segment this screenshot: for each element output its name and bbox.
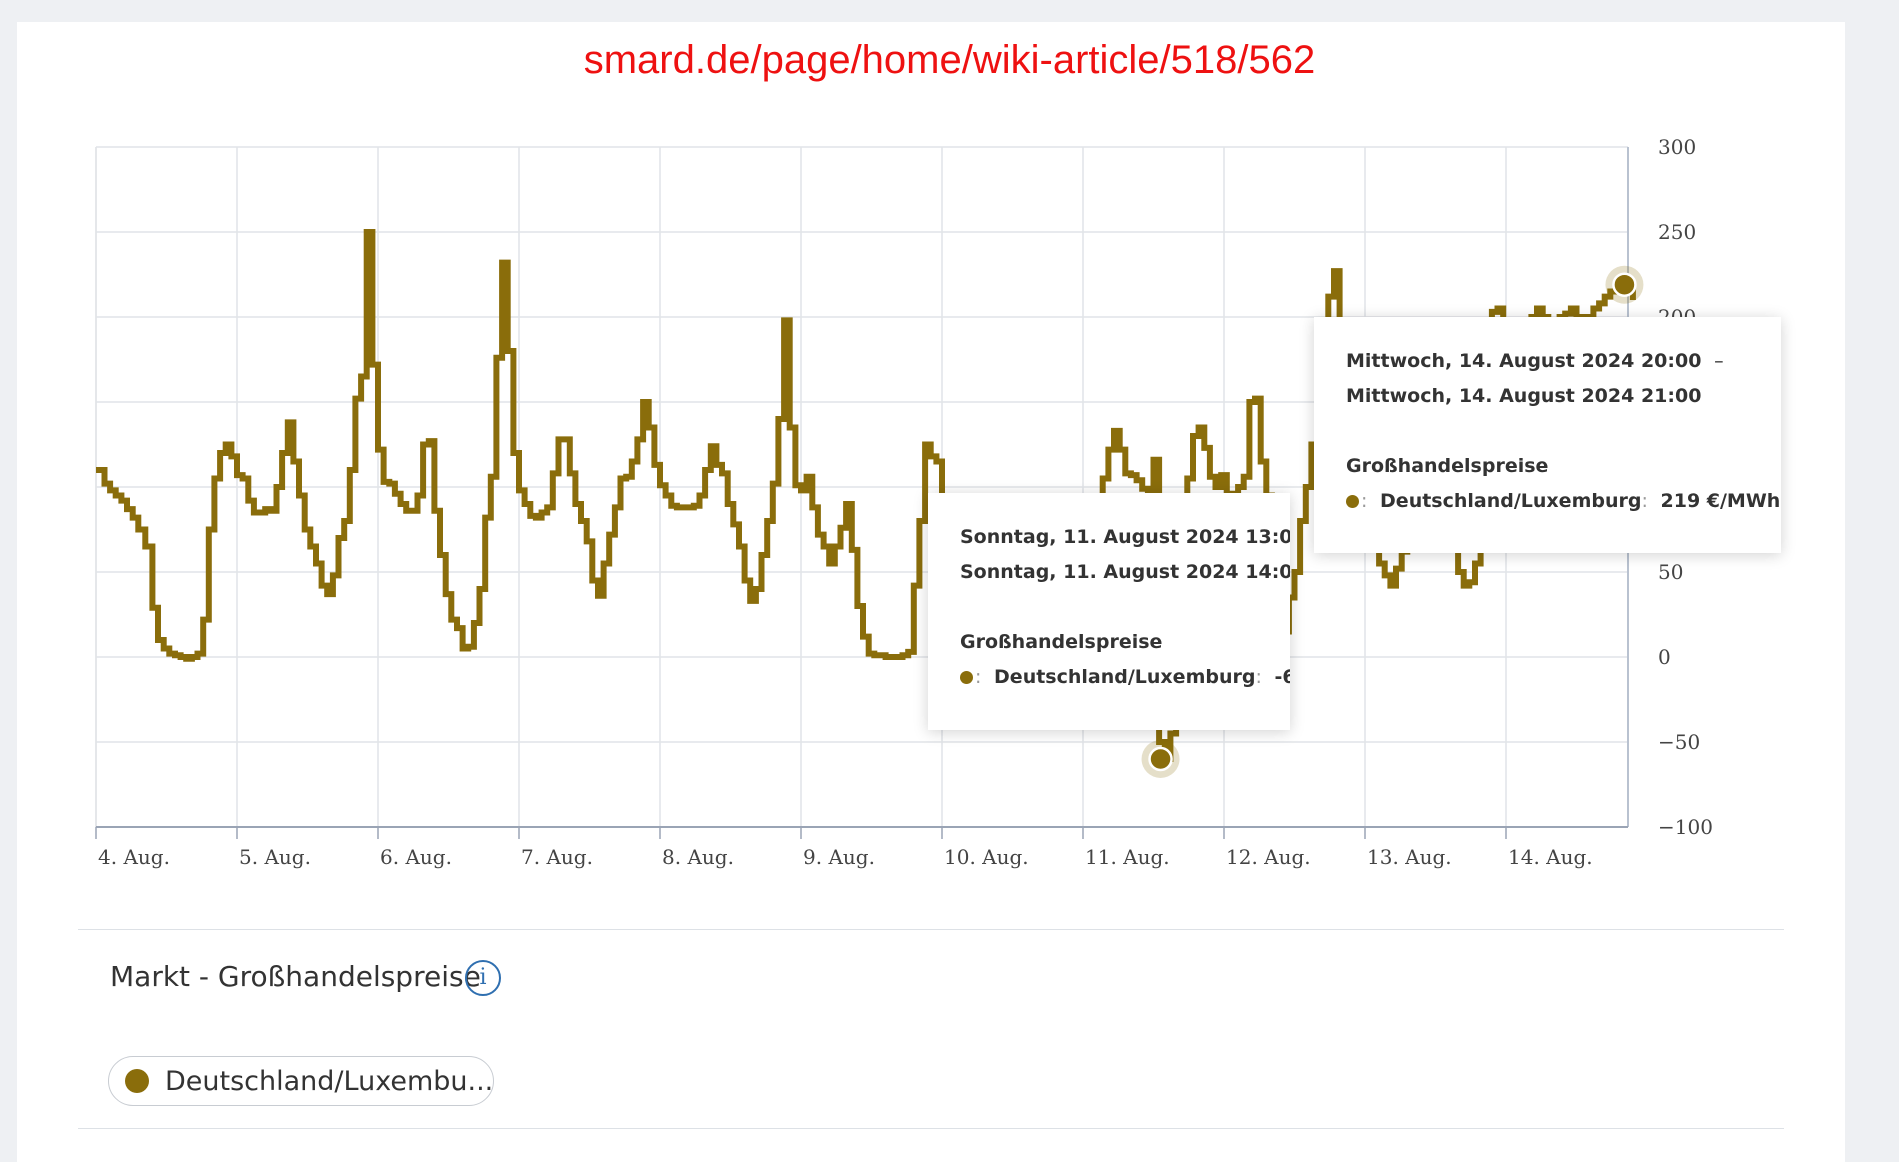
y-tick-label: 250 xyxy=(1658,220,1696,244)
x-tick-label: 6. Aug. xyxy=(380,845,452,869)
tooltip-series-name: Deutschland/Luxemburg xyxy=(1380,490,1642,512)
tooltip-dash: – xyxy=(1714,350,1724,372)
x-tick-label: 7. Aug. xyxy=(521,845,593,869)
tooltip-wednesday: Mittwoch, 14. August 2024 20:00 – Mittwo… xyxy=(1314,317,1781,553)
tooltip-separator: : xyxy=(975,666,982,688)
y-tick-label: −100 xyxy=(1658,815,1713,839)
info-icon[interactable]: i xyxy=(465,960,501,996)
x-tick-label: 4. Aug. xyxy=(98,845,170,869)
tooltip-separator: : xyxy=(1361,490,1368,512)
tooltip-heading: Großhandelspreise xyxy=(1346,455,1549,477)
tooltip-heading: Großhandelspreise xyxy=(960,631,1163,653)
x-tick-label: 8. Aug. xyxy=(662,845,734,869)
tooltip-value-row: : Deutschland/Luxemburg: 219 €/MWh xyxy=(1346,484,1781,519)
divider-bottom xyxy=(78,1128,1784,1129)
tooltip-series-name: Deutschland/Luxemburg xyxy=(994,666,1256,688)
tooltip-time-range: Mittwoch, 14. August 2024 20:00 – xyxy=(1346,344,1781,379)
tooltip-start-time: Sonntag, 11. August 2024 13:00 xyxy=(960,526,1290,548)
series-dot-icon xyxy=(960,671,973,684)
highlight-point[interactable] xyxy=(1612,272,1637,297)
y-tick-label: 50 xyxy=(1658,560,1683,584)
y-tick-label: −50 xyxy=(1658,730,1700,754)
tooltip-start-time: Mittwoch, 14. August 2024 20:00 xyxy=(1346,350,1702,372)
divider-top xyxy=(78,929,1784,930)
tooltip-end-time: Sonntag, 11. August 2024 14:00 xyxy=(960,561,1290,583)
x-tick-label: 14. Aug. xyxy=(1508,845,1593,869)
x-tick-label: 12. Aug. xyxy=(1226,845,1311,869)
y-tick-label: 0 xyxy=(1658,645,1671,669)
x-tick-label: 9. Aug. xyxy=(803,845,875,869)
tooltip-time-range: Sonntag, 11. August 2024 13:00 – xyxy=(960,520,1290,555)
section-title: Markt - Großhandelspreise xyxy=(110,960,481,993)
tooltip-sunday: Sonntag, 11. August 2024 13:00 – Sonntag… xyxy=(928,493,1290,730)
tooltip-separator: : xyxy=(1641,490,1648,512)
x-tick-label: 13. Aug. xyxy=(1367,845,1452,869)
x-tick-label: 11. Aug. xyxy=(1085,845,1170,869)
highlight-point[interactable] xyxy=(1148,746,1173,772)
legend-chip-deutschland-luxemburg[interactable]: Deutschland/Luxembu... xyxy=(108,1056,494,1106)
y-tick-label: 300 xyxy=(1658,135,1696,159)
tooltip-value: -60 €/MWh xyxy=(1274,666,1291,688)
legend-label: Deutschland/Luxembu... xyxy=(165,1065,494,1097)
x-axis: 4. Aug. 5. Aug. 6. Aug. 7. Aug. 8. Aug. 9. Au… xyxy=(95,827,1593,869)
tooltip-value: 219 €/MWh xyxy=(1660,490,1781,512)
tooltip-end-time: Mittwoch, 14. August 2024 21:00 xyxy=(1346,385,1702,407)
x-tick-label: 5. Aug. xyxy=(239,845,311,869)
tooltip-value-row: : Deutschland/Luxemburg: -60 €/MWh xyxy=(960,660,1290,695)
legend-dot-icon xyxy=(125,1069,149,1093)
x-tick-label: 10. Aug. xyxy=(944,845,1029,869)
tooltip-separator: : xyxy=(1255,666,1262,688)
series-dot-icon xyxy=(1346,495,1359,508)
